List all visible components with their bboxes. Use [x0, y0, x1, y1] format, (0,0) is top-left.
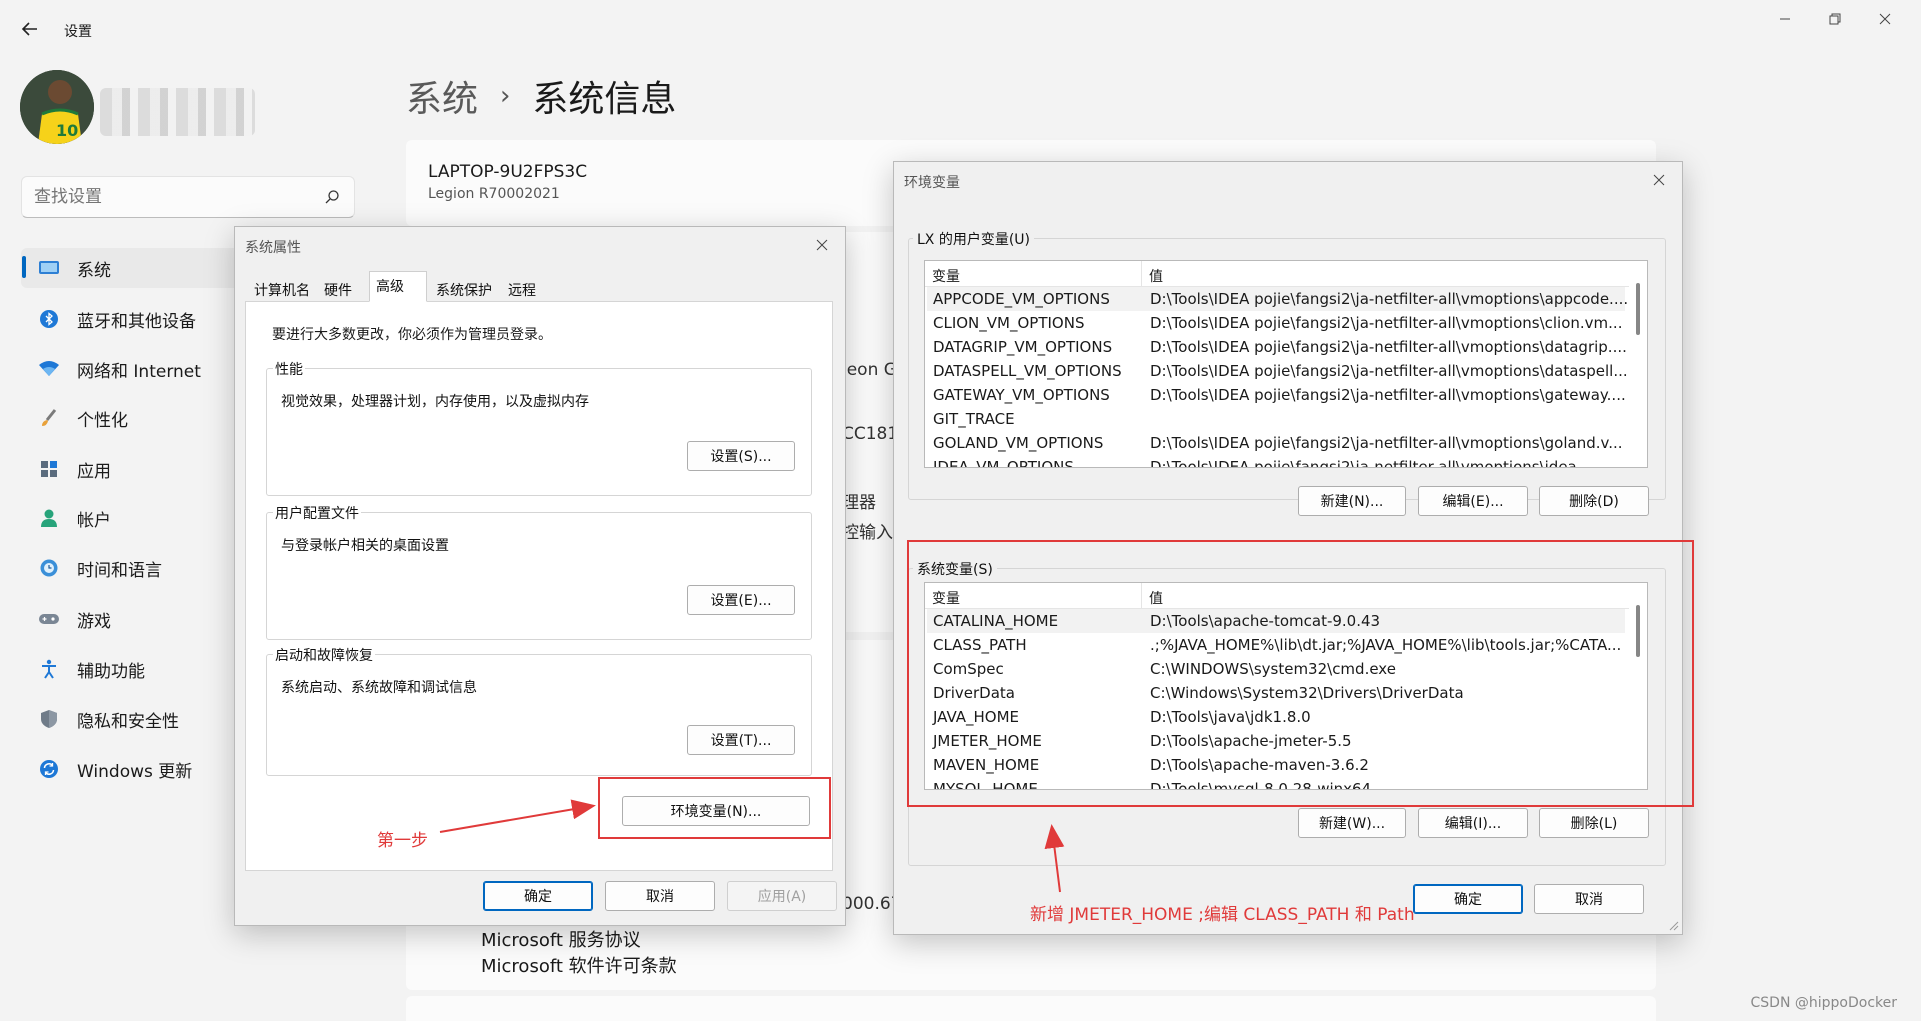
tab-advanced[interactable]: 高级 — [369, 271, 427, 302]
annotation-step1: 第一步 — [377, 831, 428, 851]
arrow-system-vars-icon — [1044, 824, 1065, 893]
arrow-step1-icon — [439, 799, 596, 833]
annotation-arrows — [439, 799, 1065, 893]
watermark: CSDN @hippoDocker — [1750, 995, 1898, 1011]
annotation-note: 新增 JMETER_HOME ;编辑 CLASS_PATH 和 Path — [1030, 905, 1415, 925]
